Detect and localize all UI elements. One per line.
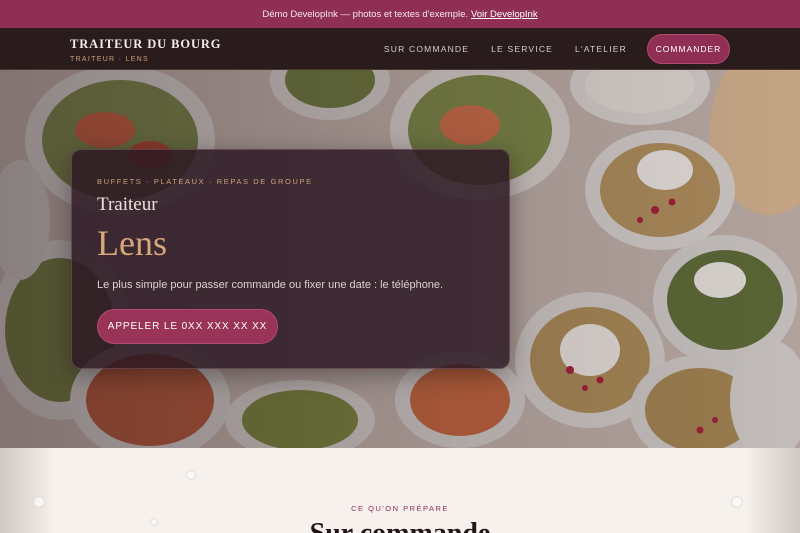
nav-link-sur-commande[interactable]: SUR COMMANDE	[384, 44, 469, 54]
call-button[interactable]: APPELER LE 0XX XXX XX XX	[97, 309, 278, 344]
brand-logo[interactable]: TRAITEUR DU BOURG TRAITEUR · LENS	[70, 37, 221, 63]
site-header: TRAITEUR DU BOURG TRAITEUR · LENS SUR CO…	[0, 28, 800, 70]
hero-title: Traiteur	[97, 194, 158, 215]
main-nav: SUR COMMANDE LE SERVICE L'ATELIER	[384, 28, 627, 70]
section-title: Sur commande	[0, 518, 800, 533]
brand-name: TRAITEUR DU BOURG	[70, 37, 222, 51]
hero-eyebrow: BUFFETS · PLATEAUX · REPAS DE GROUPE	[97, 177, 313, 186]
demo-banner-text: Démo DevelopInk — photos et textes d'exe…	[262, 8, 469, 20]
brand-tagline: TRAITEUR · LENS	[70, 56, 150, 63]
hero-city: Lens	[97, 223, 167, 263]
nav-link-atelier[interactable]: L'ATELIER	[575, 44, 627, 54]
offer-section: CE QU'ON PRÉPARE Sur commande	[0, 448, 800, 533]
hero-section: BUFFETS · PLATEAUX · REPAS DE GROUPE Tra…	[0, 70, 800, 448]
order-button[interactable]: COMMANDER	[647, 34, 730, 64]
demo-banner-link[interactable]: Voir DevelopInk	[471, 9, 538, 20]
demo-banner: Démo DevelopInk — photos et textes d'exe…	[0, 0, 800, 28]
section-eyebrow: CE QU'ON PRÉPARE	[351, 504, 449, 513]
decor-dot	[186, 470, 196, 480]
hero-description: Le plus simple pour passer commande ou f…	[97, 279, 444, 291]
nav-link-le-service[interactable]: LE SERVICE	[491, 44, 553, 54]
hero-card: BUFFETS · PLATEAUX · REPAS DE GROUPE Tra…	[71, 149, 510, 369]
